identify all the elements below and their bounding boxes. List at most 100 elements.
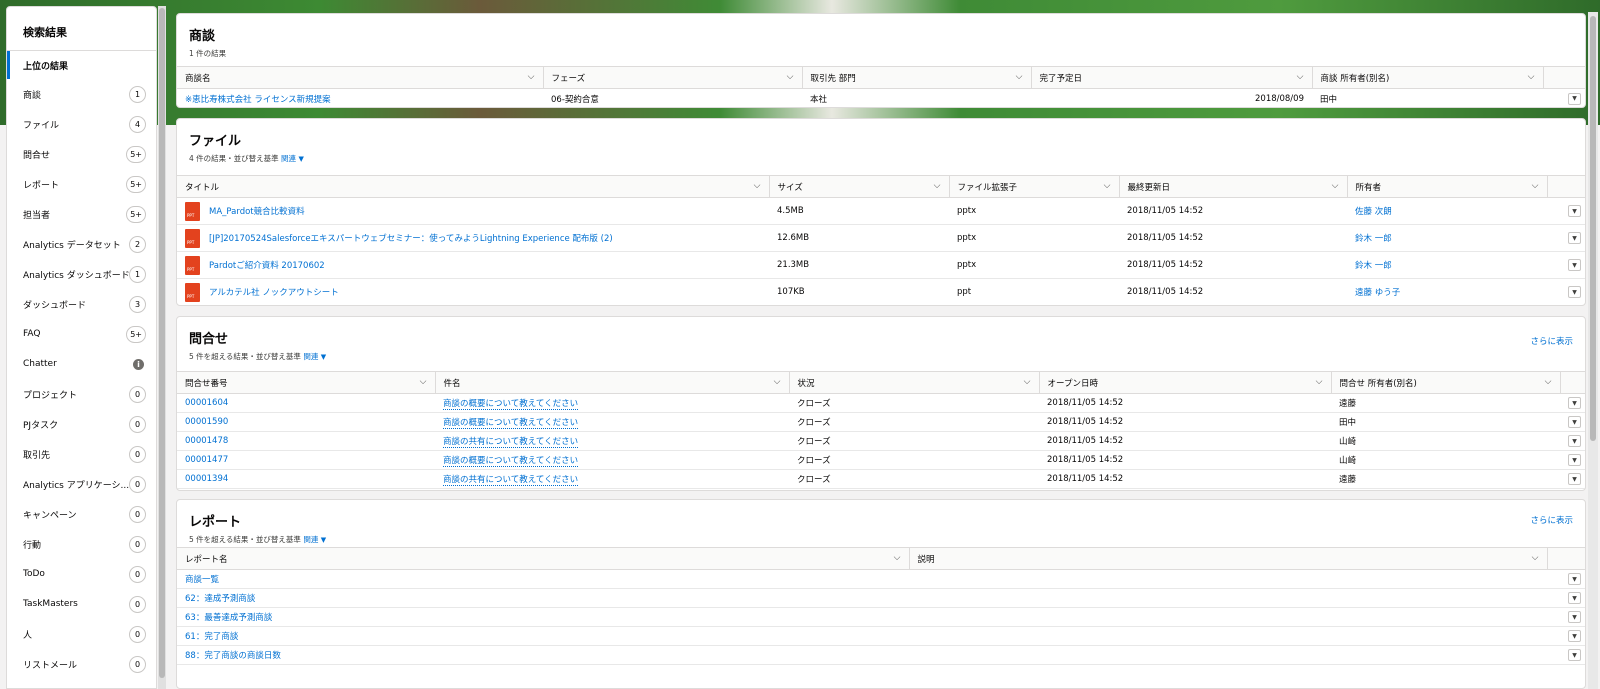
cell-link[interactable]: 00001590 bbox=[185, 417, 228, 427]
sidebar-item[interactable]: レポート 5+ bbox=[7, 169, 156, 199]
cell-link[interactable]: Pardotご紹介資料 20170602 bbox=[209, 261, 325, 271]
cell-link[interactable]: 88：完了商談の商談日数 bbox=[185, 651, 281, 661]
files-sort-link[interactable]: 関連 bbox=[281, 154, 296, 163]
sidebar-item[interactable]: PJタスク 0 bbox=[7, 409, 156, 439]
column-header[interactable]: タイトル ⌵ bbox=[177, 175, 769, 198]
cell-link[interactable]: 商談の共有について教えてください bbox=[443, 437, 579, 448]
sidebar-item[interactable]: TaskMasters 0 bbox=[7, 589, 156, 619]
chevron-down-icon[interactable]: ⌵ bbox=[1545, 377, 1552, 387]
chevron-down-icon[interactable]: ⌵ bbox=[1297, 72, 1304, 82]
chevron-down-icon[interactable]: ⌵ bbox=[894, 553, 901, 563]
cell-link[interactable]: 商談の概要について教えてください bbox=[443, 399, 579, 410]
column-header[interactable]: 最終更新日 ⌵ bbox=[1118, 175, 1347, 198]
row-action-menu-icon[interactable]: ▼ bbox=[1568, 205, 1581, 217]
chevron-down-icon[interactable]: ⌵ bbox=[754, 181, 761, 191]
reports-sort-chevron-icon[interactable]: ▼ bbox=[321, 536, 326, 544]
cell-link[interactable]: 商談の概要について教えてください bbox=[443, 456, 579, 467]
sidebar-item[interactable]: ダッシュボード 3 bbox=[7, 289, 156, 319]
row-action-menu-icon[interactable]: ▼ bbox=[1568, 611, 1581, 623]
chevron-down-icon[interactable]: ⌵ bbox=[1532, 181, 1539, 191]
chevron-down-icon[interactable]: ⌵ bbox=[528, 72, 535, 82]
cell-link[interactable]: 鈴木 一郎 bbox=[1355, 261, 1392, 271]
sidebar-item[interactable]: プロジェクト 0 bbox=[7, 379, 156, 409]
column-header[interactable]: オープン日時 ⌵ bbox=[1038, 371, 1331, 394]
sidebar-item[interactable]: Analytics ダッシュボード 1 bbox=[7, 259, 156, 289]
row-action-menu-icon[interactable]: ▼ bbox=[1568, 473, 1581, 485]
cell-link[interactable]: 61：完了商談 bbox=[185, 632, 238, 642]
files-sort-chevron-icon[interactable]: ▼ bbox=[298, 155, 303, 163]
sidebar-item[interactable]: ファイル 4 bbox=[7, 109, 156, 139]
sidebar-item[interactable]: ToDo 0 bbox=[7, 559, 156, 589]
sidebar-item[interactable]: 人0 bbox=[7, 619, 156, 649]
column-header[interactable]: サイズ ⌵ bbox=[768, 175, 949, 198]
sidebar-item[interactable]: リストメール 0 bbox=[7, 649, 156, 679]
column-header[interactable]: フェーズ ⌵ bbox=[542, 66, 802, 89]
column-header[interactable]: 完了予定日 ⌵ bbox=[1030, 66, 1312, 89]
sidebar-item[interactable]: Analytics データセット 2 bbox=[7, 229, 156, 259]
row-action-menu-icon[interactable]: ▼ bbox=[1568, 416, 1581, 428]
sidebar-item[interactable]: キャンペーン 0 bbox=[7, 499, 156, 529]
cases-sort-link[interactable]: 関連 bbox=[303, 352, 318, 361]
sidebar-item[interactable]: Chatter i bbox=[7, 349, 156, 379]
column-header[interactable]: 商談名 ⌵ bbox=[177, 66, 543, 89]
sidebar-item[interactable]: FAQ 5+ bbox=[7, 319, 156, 349]
row-action-menu-icon[interactable]: ▼ bbox=[1568, 259, 1581, 271]
column-header[interactable]: 件名 ⌵ bbox=[434, 371, 789, 394]
row-action-menu-icon[interactable]: ▼ bbox=[1568, 630, 1581, 642]
column-header[interactable]: 説明 ⌵ bbox=[908, 547, 1547, 570]
cell-link[interactable]: MA_Pardot競合比較資料 bbox=[209, 207, 305, 217]
cell-link[interactable]: 商談の概要について教えてください bbox=[443, 418, 579, 429]
chevron-down-icon[interactable]: ⌵ bbox=[1104, 181, 1111, 191]
cell-link[interactable]: 63：最善達成予測商談 bbox=[185, 613, 272, 623]
chevron-down-icon[interactable]: ⌵ bbox=[1332, 181, 1339, 191]
column-header[interactable]: 状況 ⌵ bbox=[788, 371, 1039, 394]
cell-link[interactable]: アルカテル社 ノックアウトシート bbox=[209, 288, 339, 298]
sidebar-scrollbar-thumb[interactable] bbox=[159, 8, 165, 678]
column-header[interactable]: 問合せ 所有者(別名) ⌵ bbox=[1330, 371, 1560, 394]
chevron-down-icon[interactable]: ⌵ bbox=[787, 72, 794, 82]
chevron-down-icon[interactable]: ⌵ bbox=[934, 181, 941, 191]
row-action-menu-icon[interactable]: ▼ bbox=[1568, 454, 1581, 466]
main-scrollbar-thumb[interactable] bbox=[1590, 16, 1596, 441]
row-action-menu-icon[interactable]: ▼ bbox=[1568, 397, 1581, 409]
sidebar-item[interactable]: 問合せ 5+ bbox=[7, 139, 156, 169]
row-action-menu-icon[interactable]: ▼ bbox=[1568, 649, 1581, 661]
column-header[interactable]: ファイル拡張子 ⌵ bbox=[948, 175, 1119, 198]
cell-link[interactable]: 商談一覧 bbox=[185, 575, 219, 585]
row-action-menu-icon[interactable]: ▼ bbox=[1568, 232, 1581, 244]
chevron-down-icon[interactable]: ⌵ bbox=[1316, 377, 1323, 387]
chevron-down-icon[interactable]: ⌵ bbox=[1024, 377, 1031, 387]
row-action-menu-icon[interactable]: ▼ bbox=[1568, 573, 1581, 585]
sidebar-item[interactable]: Analytics アプリケーシ... 0 bbox=[7, 469, 156, 499]
chevron-down-icon[interactable]: ⌵ bbox=[774, 377, 781, 387]
cell-link[interactable]: ※恵比寿株式会社 ライセンス新規提案 bbox=[185, 95, 331, 105]
column-header[interactable]: 取引先 部門 ⌵ bbox=[801, 66, 1031, 89]
cell-link[interactable]: 00001604 bbox=[185, 398, 228, 408]
row-action-menu-icon[interactable]: ▼ bbox=[1568, 592, 1581, 604]
cell-link[interactable]: [JP]20170524Salesforceエキスパートウェブセミナー：使ってみ… bbox=[209, 234, 613, 244]
cell-link[interactable]: 鈴木 一郎 bbox=[1355, 234, 1392, 244]
cell-link[interactable]: 00001478 bbox=[185, 436, 228, 446]
sidebar-item[interactable]: 担当者 5+ bbox=[7, 199, 156, 229]
column-header[interactable]: レポート名 ⌵ bbox=[177, 547, 909, 570]
column-header[interactable]: 問合せ番号 ⌵ bbox=[177, 371, 435, 394]
row-action-menu-icon[interactable]: ▼ bbox=[1568, 92, 1581, 105]
chevron-down-icon[interactable]: ⌵ bbox=[1532, 553, 1539, 563]
sidebar-item[interactable]: 商談 1 bbox=[7, 79, 156, 109]
cell-link[interactable]: 00001394 bbox=[185, 474, 228, 484]
sidebar-item[interactable]: 行動 0 bbox=[7, 529, 156, 559]
row-action-menu-icon[interactable]: ▼ bbox=[1568, 435, 1581, 447]
cases-sort-chevron-icon[interactable]: ▼ bbox=[321, 353, 326, 361]
row-action-menu-icon[interactable]: ▼ bbox=[1568, 286, 1581, 298]
cell-link[interactable]: 商談の共有について教えてください bbox=[443, 475, 579, 486]
sidebar-item[interactable]: 取引先 0 bbox=[7, 439, 156, 469]
sidebar-scrollbar[interactable] bbox=[158, 6, 166, 689]
reports-sort-link[interactable]: 関連 bbox=[303, 535, 318, 544]
cell-link[interactable]: 佐藤 次朗 bbox=[1355, 207, 1392, 217]
chevron-down-icon[interactable]: ⌵ bbox=[1528, 72, 1535, 82]
reports-more-link[interactable]: さらに表示 bbox=[1530, 514, 1573, 526]
column-header[interactable]: 所有者 ⌵ bbox=[1346, 175, 1547, 198]
cell-link[interactable]: 62：達成予測商談 bbox=[185, 594, 255, 604]
cases-more-link[interactable]: さらに表示 bbox=[1530, 335, 1573, 347]
column-header[interactable]: 商談 所有者(別名) ⌵ bbox=[1311, 66, 1543, 89]
